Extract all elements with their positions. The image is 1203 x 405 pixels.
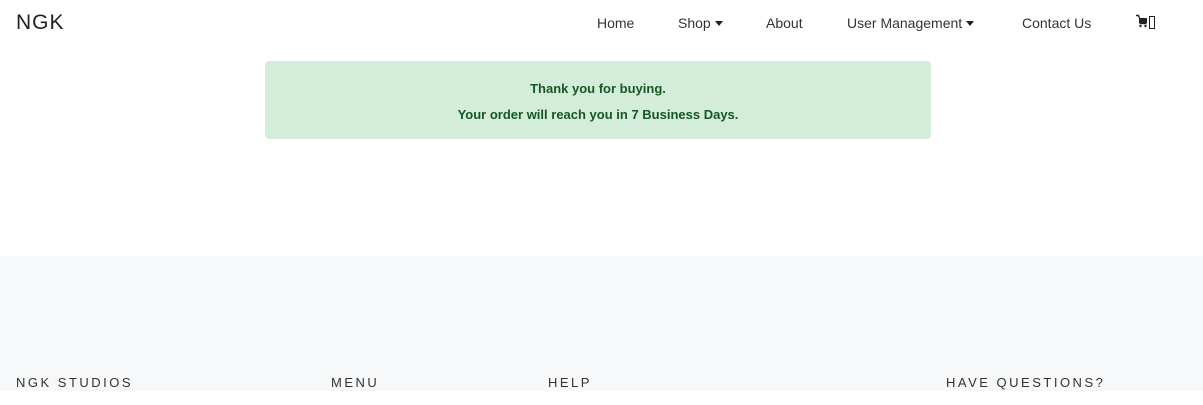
nav-about-label: About xyxy=(766,15,803,31)
order-success-alert: Thank you for buying. Your order will re… xyxy=(265,61,931,139)
alert-message-delivery: Your order will reach you in 7 Business … xyxy=(457,107,739,122)
footer-heading-help: HELP xyxy=(548,375,592,390)
brand-logo[interactable]: NGK xyxy=(16,11,65,35)
nav-home[interactable]: Home xyxy=(597,15,634,31)
alert-message-thanks: Thank you for buying. xyxy=(530,81,666,96)
cart-count-badge xyxy=(1149,15,1155,29)
nav-contact-us[interactable]: Contact Us xyxy=(1022,15,1091,31)
footer: NGK STUDIOS MENU HELP HAVE QUESTIONS? xyxy=(0,256,1203,391)
navbar: NGK Home Shop About User Management Cont… xyxy=(0,0,1203,48)
nav-home-label: Home xyxy=(597,15,635,31)
caret-down-icon xyxy=(714,21,723,26)
cart-icon xyxy=(1136,14,1148,28)
footer-heading-have-questions: HAVE QUESTIONS? xyxy=(946,375,1106,390)
footer-heading-ngk-studios: NGK STUDIOS xyxy=(16,375,134,390)
nav-shop-label: Shop xyxy=(678,15,711,31)
nav-user-management-dropdown[interactable]: User Management xyxy=(847,15,975,31)
nav-about[interactable]: About xyxy=(766,15,803,31)
nav-user-management-label: User Management xyxy=(847,15,963,31)
cart-link[interactable] xyxy=(1136,14,1155,29)
nav-contact-us-label: Contact Us xyxy=(1022,15,1092,31)
footer-heading-menu: MENU xyxy=(331,375,380,390)
nav-shop-dropdown[interactable]: Shop xyxy=(678,15,723,31)
caret-down-icon xyxy=(966,21,975,26)
